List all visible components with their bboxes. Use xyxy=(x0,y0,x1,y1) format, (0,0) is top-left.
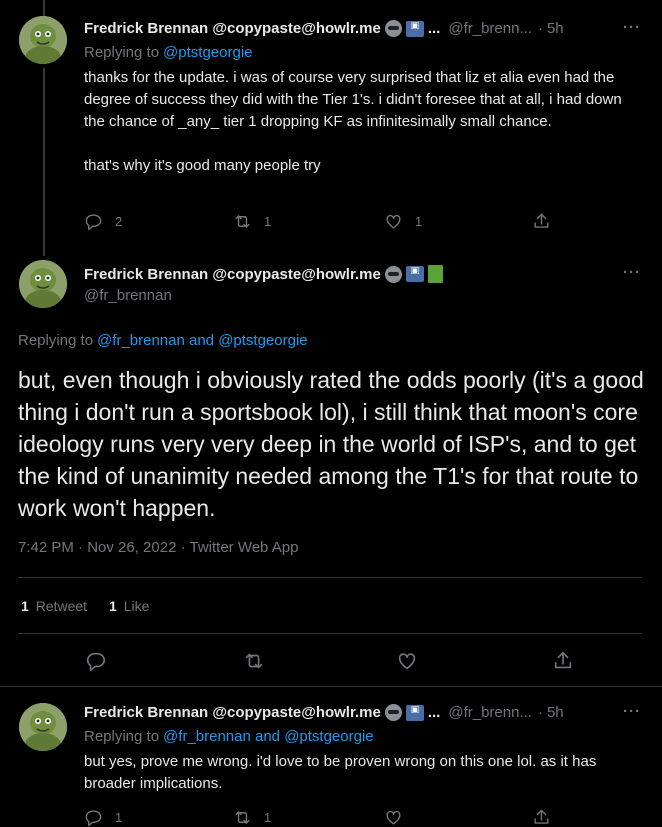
replying-to-label: Replying to xyxy=(84,728,160,745)
thread-line-connector xyxy=(43,68,45,256)
display-name[interactable]: Fredrick Brennan @copypaste@howlr.me xyxy=(84,20,381,37)
reply-icon xyxy=(85,810,102,827)
tweet-header: Fredrick Brennan @copypaste@howlr.me ▣ .… xyxy=(84,20,564,37)
like-button[interactable] xyxy=(384,808,415,827)
tone-letters-emoji-icon: ▣ xyxy=(405,20,424,37)
replying-to: Replying to @fr_brennan and @ptstgeorgie xyxy=(84,728,374,745)
retweet-icon xyxy=(235,811,250,824)
name-ellipsis: ... xyxy=(427,704,441,721)
replying-to-label: Replying to xyxy=(84,44,160,61)
tweet-time[interactable]: 5h xyxy=(547,704,564,721)
tweet-time[interactable]: 5h xyxy=(547,20,564,37)
raccoon-emoji-icon xyxy=(384,265,402,283)
like-stat-label: Like xyxy=(123,598,150,614)
handle[interactable]: @fr_brenn... xyxy=(448,20,532,37)
replying-to-link[interactable]: @ptstgeorgie xyxy=(163,44,252,61)
retweet-count: 1 xyxy=(264,214,272,229)
tweet-header: Fredrick Brennan @copypaste@howlr.me ▣ .… xyxy=(84,704,564,721)
display-name[interactable]: Fredrick Brennan @copypaste@howlr.me xyxy=(84,704,381,721)
handle[interactable]: @fr_brenn... xyxy=(448,704,532,721)
more-options-icon[interactable]: ··· xyxy=(623,703,641,720)
avatar[interactable] xyxy=(19,260,67,308)
like-button[interactable] xyxy=(396,650,430,672)
replying-to-link[interactable]: @fr_brennan and @ptstgeorgie xyxy=(163,728,374,745)
retweet-stat-count: 1 xyxy=(21,598,29,614)
separator-dot: · xyxy=(537,704,543,721)
more-options-icon[interactable]: ··· xyxy=(623,19,641,36)
raccoon-emoji-icon xyxy=(384,704,402,721)
like-stat-count: 1 xyxy=(109,598,117,614)
tweet-body: but yes, prove me wrong. i'd love to be … xyxy=(84,753,597,792)
replying-to: Replying to @ptstgeorgie xyxy=(84,44,253,61)
retweet-icon xyxy=(235,215,250,228)
heart-icon xyxy=(398,653,416,670)
more-options-icon[interactable]: ··· xyxy=(623,264,641,281)
tweet-body-paragraph-2: that's why it's good many people try xyxy=(84,157,321,174)
separator-dot: · xyxy=(537,20,543,37)
like-count: 1 xyxy=(415,214,423,229)
green-book-emoji-icon xyxy=(427,265,443,283)
replying-to-label: Replying to xyxy=(18,332,94,349)
divider xyxy=(0,686,662,687)
tweet-stats: 1 Retweet 1 Like xyxy=(21,598,149,614)
share-button[interactable] xyxy=(532,212,563,231)
retweet-button[interactable]: 1 xyxy=(233,808,271,827)
retweets-stat[interactable]: 1 Retweet xyxy=(21,598,87,614)
reply-icon xyxy=(86,652,106,671)
share-icon xyxy=(554,651,572,669)
reply-icon xyxy=(85,214,102,231)
share-icon xyxy=(534,809,549,824)
retweet-button[interactable] xyxy=(243,650,277,672)
share-button[interactable] xyxy=(552,650,586,672)
retweet-stat-label: Retweet xyxy=(35,598,88,614)
tweet-body: thanks for the update. i was of course v… xyxy=(84,67,644,177)
like-button[interactable]: 1 xyxy=(384,212,422,231)
display-name[interactable]: Fredrick Brennan @copypaste@howlr.me xyxy=(84,266,381,283)
share-icon xyxy=(534,213,549,228)
main-tweet-body: but, even though i obviously rated the o… xyxy=(18,367,644,521)
tweet-timestamp[interactable]: 7:42 PM · Nov 26, 2022 · Twitter Web App xyxy=(18,539,298,556)
reply-button[interactable]: 1 xyxy=(84,808,122,827)
reply-count: 2 xyxy=(115,214,123,229)
heart-icon xyxy=(386,214,401,229)
retweet-icon xyxy=(245,653,263,669)
divider xyxy=(18,633,642,634)
replying-to: Replying to @fr_brennan and @ptstgeorgie xyxy=(18,332,308,349)
thread-line-top xyxy=(43,0,45,16)
name-ellipsis: ... xyxy=(427,20,441,37)
retweet-button[interactable]: 1 xyxy=(233,212,271,231)
handle[interactable]: @fr_brennan xyxy=(84,287,172,304)
reply-button[interactable] xyxy=(85,650,119,672)
raccoon-emoji-icon xyxy=(384,20,402,37)
reply-count: 1 xyxy=(115,810,123,825)
tone-letters-emoji-icon: ▣ xyxy=(405,266,424,282)
tweet-header: Fredrick Brennan @copypaste@howlr.me ▣ xyxy=(84,265,443,283)
tweet-body-paragraph-1: thanks for the update. i was of course v… xyxy=(84,69,622,130)
retweet-count: 1 xyxy=(264,810,272,825)
reply-button[interactable]: 2 xyxy=(84,212,122,231)
tone-letters-emoji-icon: ▣ xyxy=(405,704,424,721)
replying-to-link[interactable]: @fr_brennan and @ptstgeorgie xyxy=(97,332,308,349)
likes-stat[interactable]: 1 Like xyxy=(109,598,149,614)
avatar[interactable] xyxy=(19,703,67,751)
divider xyxy=(18,577,642,578)
share-button[interactable] xyxy=(532,808,563,827)
heart-icon xyxy=(386,810,401,825)
avatar[interactable] xyxy=(19,16,67,64)
